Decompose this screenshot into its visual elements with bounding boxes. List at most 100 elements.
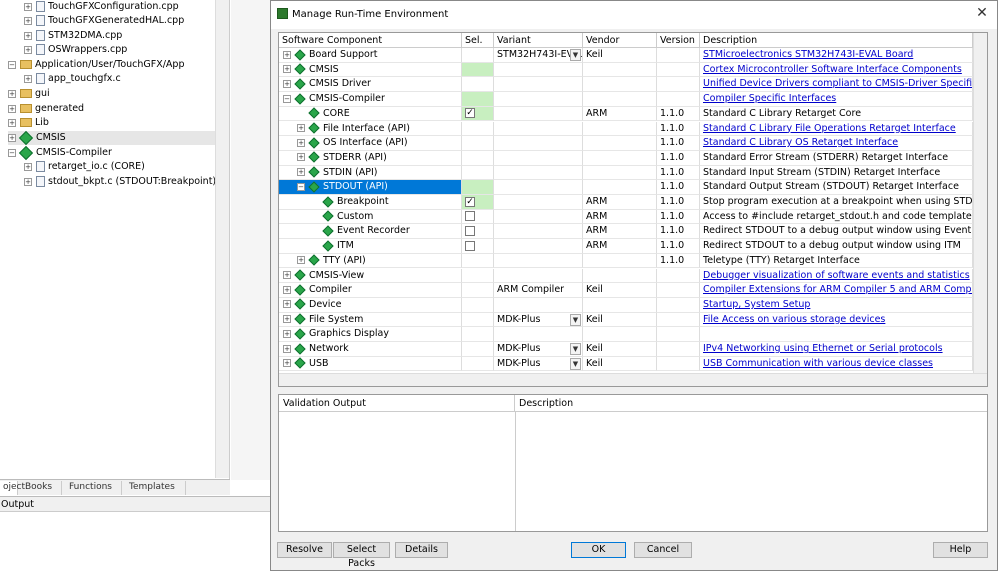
component-row[interactable]: + CMSIS Cortex Microcontroller Software In… xyxy=(279,62,973,78)
select-packs-button[interactable]: Select Packs xyxy=(333,542,390,569)
component-row[interactable]: + Board Support STM32H743I-EVAL ▼ Keil STMicr… xyxy=(279,48,973,63)
expand-icon[interactable]: + xyxy=(24,31,32,40)
description-link[interactable]: Compiler Specific Interfaces xyxy=(700,92,973,107)
expand-icon[interactable]: + xyxy=(24,177,32,186)
component-row[interactable]: + STDERR (API) 1.1.0 Standard Error Stream … xyxy=(279,150,973,166)
component-row[interactable]: − CMSIS-Compiler Compiler Specific Interfa… xyxy=(279,92,973,107)
expand-icon[interactable]: + xyxy=(8,118,16,127)
expand-icon[interactable]: + xyxy=(297,168,305,177)
expand-icon[interactable]: + xyxy=(24,2,32,11)
select-cell[interactable] xyxy=(462,356,494,372)
component-row[interactable]: Breakpoint ✓ ARM 1.1.0 Stop program executio… xyxy=(279,195,973,210)
tree-item[interactable]: + CMSIS xyxy=(8,130,215,145)
description-link[interactable]: Compiler Extensions for ARM Compiler 5 a… xyxy=(700,283,973,298)
description-link[interactable]: USB Communication with various device cl… xyxy=(700,356,973,372)
component-name-cell[interactable]: + OS Interface (API) xyxy=(279,136,462,151)
variant-cell[interactable]: MDK-Plus ▼ xyxy=(494,356,583,372)
expand-icon[interactable]: + xyxy=(297,138,305,147)
select-cell[interactable] xyxy=(462,121,494,137)
ok-button[interactable]: OK xyxy=(571,542,626,558)
tree-item[interactable]: − Application/User/TouchGFX/App xyxy=(8,58,215,72)
description-link[interactable]: Cortex Microcontroller Software Interfac… xyxy=(700,62,973,78)
expand-icon[interactable]: + xyxy=(283,79,291,88)
tree-item[interactable]: + OSWrappers.cpp xyxy=(24,43,215,57)
expand-icon[interactable]: − xyxy=(297,182,305,191)
expand-icon[interactable]: − xyxy=(283,94,291,103)
select-cell[interactable] xyxy=(462,268,494,284)
tab-books[interactable]: Books xyxy=(22,481,62,495)
select-checkbox[interactable] xyxy=(465,240,475,251)
col-sel[interactable]: Sel. xyxy=(462,33,494,48)
description-link[interactable]: Debugger visualization of software event… xyxy=(700,268,973,284)
component-row[interactable]: + File Interface (API) 1.1.0 Standard C Lib… xyxy=(279,121,973,137)
component-row[interactable]: ITM ARM 1.1.0 Redirect STDOUT to a debug ou… xyxy=(279,239,973,254)
tree-item[interactable]: + generated xyxy=(8,102,215,116)
variant-cell[interactable]: MDK-Plus ▼ xyxy=(494,342,583,357)
select-cell[interactable] xyxy=(462,180,494,195)
select-checkbox[interactable] xyxy=(465,211,475,222)
cancel-button[interactable]: Cancel xyxy=(634,542,692,558)
tree-item[interactable]: − CMSIS-Compiler xyxy=(8,145,215,160)
select-cell[interactable]: ✓ xyxy=(462,106,494,122)
component-row[interactable]: + TTY (API) 1.1.0 Teletype (TTY) Retarget I… xyxy=(279,253,973,269)
close-icon[interactable]: ✕ xyxy=(973,5,991,21)
select-cell[interactable] xyxy=(462,239,494,254)
tree-item[interactable]: + TouchGFXConfiguration.cpp xyxy=(24,0,215,14)
description-link[interactable]: Startup, System Setup xyxy=(700,297,973,313)
expand-icon[interactable]: + xyxy=(24,74,32,83)
select-cell[interactable] xyxy=(462,150,494,166)
tree-item[interactable]: + TouchGFXGeneratedHAL.cpp xyxy=(24,14,215,28)
select-cell[interactable] xyxy=(462,62,494,78)
expand-icon[interactable]: + xyxy=(283,359,291,368)
component-name-cell[interactable]: CORE xyxy=(279,106,462,122)
component-name-cell[interactable]: − CMSIS-Compiler xyxy=(279,92,462,107)
component-name-cell[interactable]: + CMSIS-View xyxy=(279,268,462,284)
variant-cell[interactable]: MDK-Plus ▼ xyxy=(494,312,583,328)
tree-item[interactable]: + stdout_bkpt.c (STDOUT:Breakpoint) xyxy=(24,175,216,189)
description-link[interactable]: File Access on various storage devices xyxy=(700,312,973,328)
component-name-cell[interactable]: + Network xyxy=(279,342,462,357)
validation-output-header[interactable]: Validation Output xyxy=(279,395,515,412)
component-row[interactable]: + Device Startup, System Setup xyxy=(279,297,973,313)
project-tree-scrollbar[interactable] xyxy=(215,0,229,478)
chevron-down-icon[interactable]: ▼ xyxy=(570,313,581,326)
chevron-down-icon[interactable]: ▼ xyxy=(570,343,581,355)
col-description[interactable]: Description xyxy=(700,33,973,48)
tab-templates[interactable]: Templates xyxy=(126,481,186,495)
select-cell[interactable] xyxy=(462,312,494,328)
tree-item[interactable]: + Lib xyxy=(8,116,215,130)
help-button[interactable]: Help xyxy=(933,542,988,558)
select-checkbox[interactable] xyxy=(465,225,475,236)
component-name-cell[interactable]: + File Interface (API) xyxy=(279,121,462,137)
expand-icon[interactable]: + xyxy=(297,124,305,132)
component-row[interactable]: + Compiler ARM Compiler Keil Compiler Extens… xyxy=(279,283,973,298)
description-link[interactable]: STMicroelectronics STM32H743I-EVAL Board xyxy=(700,48,973,63)
select-cell[interactable] xyxy=(462,165,494,181)
select-cell[interactable] xyxy=(462,283,494,298)
component-name-cell[interactable]: + File System xyxy=(279,312,462,328)
expand-icon[interactable]: − xyxy=(8,60,16,69)
expand-icon[interactable]: + xyxy=(24,162,32,171)
component-row[interactable]: Custom ARM 1.1.0 Access to #include retarge… xyxy=(279,209,973,225)
component-name-cell[interactable]: + STDERR (API) xyxy=(279,150,462,166)
select-cell[interactable] xyxy=(462,297,494,313)
component-row[interactable]: + Graphics Display xyxy=(279,327,973,342)
select-cell[interactable] xyxy=(462,253,494,269)
component-row[interactable]: + Network MDK-Plus ▼ Keil IPv4 Networking usi… xyxy=(279,342,973,357)
description-link[interactable]: IPv4 Networking using Ethernet or Serial… xyxy=(700,342,973,357)
component-row[interactable]: + USB MDK-Plus ▼ Keil USB Communication with … xyxy=(279,356,973,372)
tree-item[interactable]: + gui xyxy=(8,87,215,101)
expand-icon[interactable]: + xyxy=(8,133,16,142)
chevron-down-icon[interactable]: ▼ xyxy=(570,357,581,370)
col-vendor[interactable]: Vendor xyxy=(583,33,657,48)
expand-icon[interactable]: + xyxy=(297,153,305,162)
expand-icon[interactable]: + xyxy=(8,89,16,98)
component-name-cell[interactable]: + USB xyxy=(279,356,462,372)
variant-cell[interactable]: STM32H743I-EVAL ▼ xyxy=(494,48,583,63)
component-name-cell[interactable]: Event Recorder xyxy=(279,224,462,240)
tab-project[interactable]: oject xyxy=(0,481,25,495)
expand-icon[interactable]: + xyxy=(283,65,291,74)
expand-icon[interactable]: + xyxy=(24,16,32,25)
expand-icon[interactable]: + xyxy=(283,344,291,353)
tree-item[interactable]: + retarget_io.c (CORE) xyxy=(24,160,215,174)
